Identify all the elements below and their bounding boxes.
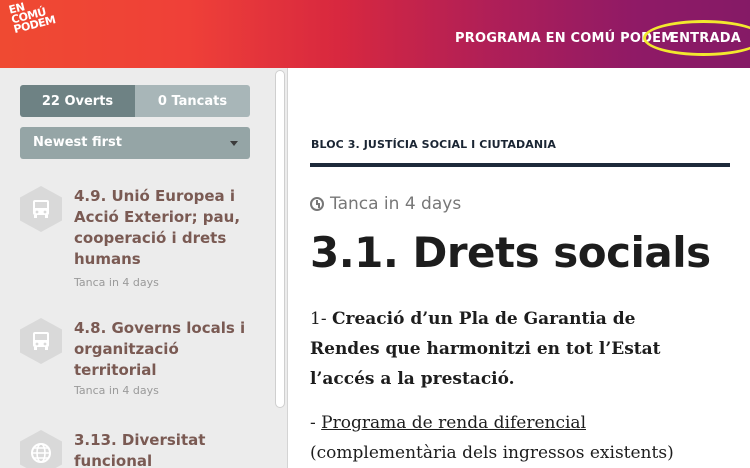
bus-icon [20,318,62,364]
globe-icon [20,430,62,468]
nav-login-link[interactable]: ENTRADA [670,31,741,46]
paragraph-1: 1- Creació d’un Pla de Garantia de Rende… [310,304,710,394]
bus-icon [20,186,62,232]
main-content: BLOC 3. JUSTÍCIA SOCIAL I CIUTADANIA Tan… [288,68,750,468]
item-closing-meta: Tanca in 4 days [74,384,159,397]
en-comu-podem-logo[interactable]: EN COMÚ PODEM [8,0,74,60]
tab-open[interactable]: 22 Overts [20,85,135,117]
item-title: 3.13. Diversitat funcional [74,431,206,468]
clock-icon [310,197,324,211]
open-closed-toggle: 22 Overts 0 Tancats [20,85,250,117]
p2-prefix: - [310,413,322,433]
item-closing-meta: Tanca in 4 days [74,276,159,289]
page-title: 3.1. Drets socials [310,228,711,277]
p1-prefix: 1- [310,309,332,329]
closing-text: Tanca in 4 days [330,194,462,214]
sort-selected-label: Newest first [33,135,123,150]
block-label[interactable]: BLOC 3. JUSTÍCIA SOCIAL I CIUTADANIA [311,138,556,151]
chevron-down-icon [230,141,238,146]
nav-program-link[interactable]: PROGRAMA EN COMÚ PODEM [455,31,674,46]
top-header: EN COMÚ PODEM PROGRAMA EN COMÚ PODEM ENT… [0,0,750,68]
proposal-body: 1- Creació d’un Pla de Garantia de Rende… [310,304,710,468]
p1-bold-text: Creació d’un Pla de Garantia de Rendes q… [310,309,661,389]
p2-rest: (complementària dels ingressos existents… [310,443,674,463]
sidebar-scrollbar-thumb[interactable] [275,70,285,408]
block-divider [310,163,730,167]
sort-dropdown[interactable]: Newest first [20,127,250,159]
programa-renda-link[interactable]: Programa de renda diferencial [321,413,586,433]
tab-closed[interactable]: 0 Tancats [135,85,250,117]
closing-status: Tanca in 4 days [310,194,461,214]
item-title: 4.9. Unió Europea i Acció Exterior; pau,… [74,187,241,268]
paragraph-2: - Programa de renda diferencial (complem… [310,408,710,468]
item-title: 4.8. Governs locals i organització terri… [74,319,246,379]
sidebar: 22 Overts 0 Tancats Newest first 4.9. Un… [0,68,288,468]
